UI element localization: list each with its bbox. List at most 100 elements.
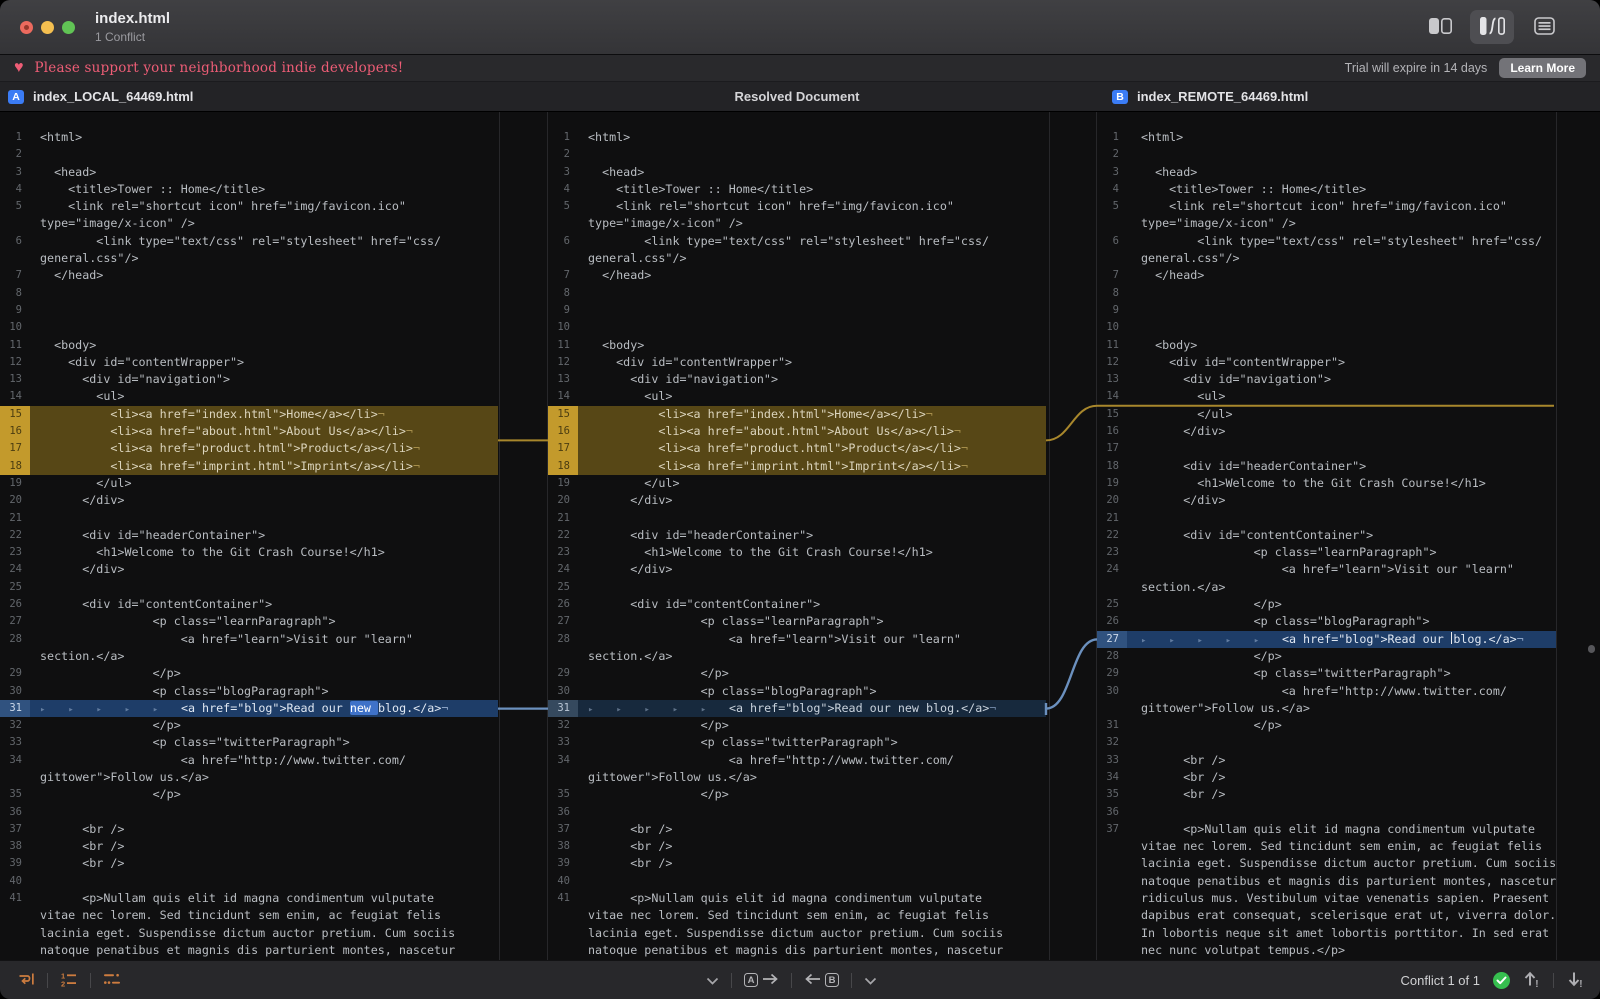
code-row[interactable]: 3 <head> xyxy=(1097,164,1556,181)
code-row[interactable]: 37 <br /> xyxy=(548,821,1046,838)
code-row[interactable]: 30 <a href="http://www.twitter.com/ xyxy=(1097,683,1556,700)
code-row[interactable]: 23 <p class="learnParagraph"> xyxy=(1097,544,1556,561)
code-row[interactable]: 9 xyxy=(548,302,1046,319)
code-row[interactable]: 24 </div> xyxy=(0,561,498,578)
code-row[interactable]: 16 <li><a href="about.html">About Us</a>… xyxy=(548,423,1046,440)
code-row[interactable]: 17 xyxy=(1097,440,1556,457)
zoom-button[interactable] xyxy=(62,21,75,34)
code-row[interactable]: 1<html> xyxy=(548,129,1046,146)
code-row[interactable]: 41 <p>Nullam quis elit id magna condimen… xyxy=(0,890,498,907)
code-row[interactable]: 2 xyxy=(0,146,498,163)
take-a-button[interactable]: A xyxy=(744,973,779,988)
code-row[interactable]: 12 <div id="contentWrapper"> xyxy=(0,354,498,371)
code-row[interactable]: 8 xyxy=(0,285,498,302)
code-row[interactable]: 12 <div id="contentWrapper"> xyxy=(548,354,1046,371)
code-row[interactable]: 18 <div id="headerContainer"> xyxy=(1097,458,1556,475)
code-row[interactable]: 35 </p> xyxy=(548,786,1046,803)
code-row[interactable]: 28 <a href="learn">Visit our "learn" xyxy=(548,631,1046,648)
code-row[interactable]: 31▸▸▸▸▸<a href="blog">Read our new blog.… xyxy=(0,700,498,717)
previous-conflict-button[interactable]: ! xyxy=(1523,970,1540,991)
code-row[interactable]: lacinia eget. Suspendisse dictum auctor … xyxy=(1097,855,1556,872)
code-row[interactable]: 28 </p> xyxy=(1097,648,1556,665)
code-row[interactable]: 34 <a href="http://www.twitter.com/ xyxy=(0,752,498,769)
code-row[interactable]: 11 <body> xyxy=(548,337,1046,354)
code-row[interactable]: 3 <head> xyxy=(0,164,498,181)
code-row[interactable]: 6 <link type="text/css" rel="stylesheet"… xyxy=(548,233,1046,250)
minimize-button[interactable] xyxy=(41,21,54,34)
code-row[interactable]: 6 <link type="text/css" rel="stylesheet"… xyxy=(1097,233,1556,250)
code-row[interactable]: 38 <br /> xyxy=(0,838,498,855)
code-row[interactable]: 23 <h1>Welcome to the Git Crash Course!<… xyxy=(0,544,498,561)
merge-view-button[interactable] xyxy=(1470,10,1514,44)
close-button[interactable] xyxy=(20,21,33,34)
code-row[interactable]: type="image/x-icon" /> xyxy=(1097,215,1556,232)
code-row[interactable]: 19 <h1>Welcome to the Git Crash Course!<… xyxy=(1097,475,1556,492)
code-row[interactable]: 20 </div> xyxy=(548,492,1046,509)
code-row[interactable]: general.css"/> xyxy=(0,250,498,267)
code-row[interactable]: 8 xyxy=(548,285,1046,302)
code-row[interactable]: 7 </head> xyxy=(1097,267,1556,284)
code-row[interactable]: 24 </div> xyxy=(548,561,1046,578)
code-row[interactable]: section.</a> xyxy=(1097,579,1556,596)
code-row[interactable]: 31▸▸▸▸▸<a href="blog">Read our new blog.… xyxy=(548,700,1046,717)
code-row[interactable]: type="image/x-icon" /> xyxy=(0,215,498,232)
code-row[interactable]: 22 <div id="headerContainer"> xyxy=(548,527,1046,544)
code-row[interactable]: 21 xyxy=(548,510,1046,527)
code-row[interactable]: 25 </p> xyxy=(1097,596,1556,613)
code-row[interactable]: 4 <title>Tower :: Home</title> xyxy=(0,181,498,198)
code-row[interactable]: 29 </p> xyxy=(548,665,1046,682)
code-row[interactable]: general.css"/> xyxy=(1097,250,1556,267)
code-row[interactable]: 13 <div id="navigation"> xyxy=(0,371,498,388)
code-row[interactable]: 19 </ul> xyxy=(548,475,1046,492)
code-row[interactable]: 14 <ul> xyxy=(548,388,1046,405)
code-row[interactable]: general.css"/> xyxy=(548,250,1046,267)
list-view-button[interactable] xyxy=(1522,10,1566,44)
code-row[interactable]: 9 xyxy=(0,302,498,319)
line-numbers-toggle[interactable]: 1 2 xyxy=(60,971,78,990)
code-row[interactable]: 22 <div id="headerContainer"> xyxy=(0,527,498,544)
code-row[interactable]: 15 <li><a href="index.html">Home</a></li… xyxy=(548,406,1046,423)
code-row[interactable]: 41 <p>Nullam quis elit id magna condimen… xyxy=(548,890,1046,907)
code-row[interactable]: 10 xyxy=(548,319,1046,336)
next-conflict-button[interactable]: ! xyxy=(1567,970,1584,991)
code-row[interactable]: 11 <body> xyxy=(1097,337,1556,354)
code-row[interactable]: 34 <br /> xyxy=(1097,769,1556,786)
invisible-characters-toggle[interactable] xyxy=(103,971,121,990)
code-row[interactable]: natoque penatibus et magnis dis parturie… xyxy=(548,942,1046,959)
code-row[interactable]: 7 </head> xyxy=(548,267,1046,284)
code-row[interactable]: 31 </p> xyxy=(1097,717,1556,734)
code-row[interactable]: 30 <p class="blogParagraph"> xyxy=(0,683,498,700)
code-row[interactable]: 27 <p class="learnParagraph"> xyxy=(548,613,1046,630)
code-row[interactable]: 17 <li><a href="product.html">Product</a… xyxy=(0,440,498,457)
learn-more-button[interactable]: Learn More xyxy=(1499,58,1586,78)
code-row[interactable]: 2 xyxy=(548,146,1046,163)
code-row[interactable]: 7 </head> xyxy=(0,267,498,284)
code-row[interactable]: type="image/x-icon" /> xyxy=(548,215,1046,232)
code-row[interactable]: 10 xyxy=(1097,319,1556,336)
code-row[interactable]: 33 <p class="twitterParagraph"> xyxy=(548,734,1046,751)
scrollbar-thumb[interactable] xyxy=(1588,645,1595,653)
code-row[interactable]: 30 <p class="blogParagraph"> xyxy=(548,683,1046,700)
code-row[interactable]: 39 <br /> xyxy=(548,855,1046,872)
code-row[interactable]: 10 xyxy=(0,319,498,336)
code-row[interactable]: 40 xyxy=(0,873,498,890)
left-pick-menu-button[interactable] xyxy=(706,973,719,988)
code-row[interactable]: In lobortis neque sit amet lobortis port… xyxy=(1097,925,1556,942)
remote-code-pane[interactable]: 1<html>23 <head>4 <title>Tower :: Home</… xyxy=(1097,112,1556,960)
code-row[interactable]: vitae nec lorem. Sed tincidunt sem enim,… xyxy=(548,907,1046,924)
code-row[interactable]: natoque penatibus et magnis dis parturie… xyxy=(1097,873,1556,890)
code-row[interactable]: 33 <p class="twitterParagraph"> xyxy=(0,734,498,751)
code-row[interactable]: 20 </div> xyxy=(1097,492,1556,509)
code-row[interactable]: 16 <li><a href="about.html">About Us</a>… xyxy=(0,423,498,440)
code-row[interactable]: 19 </ul> xyxy=(0,475,498,492)
code-row[interactable]: 9 xyxy=(1097,302,1556,319)
code-row[interactable]: 14 <ul> xyxy=(1097,388,1556,405)
resolved-code-pane[interactable]: 1<html>23 <head>4 <title>Tower :: Home</… xyxy=(548,112,1046,960)
code-row[interactable]: 4 <title>Tower :: Home</title> xyxy=(548,181,1046,198)
code-row[interactable]: 40 xyxy=(548,873,1046,890)
code-row[interactable]: 12 <div id="contentWrapper"> xyxy=(1097,354,1556,371)
code-row[interactable]: 13 <div id="navigation"> xyxy=(548,371,1046,388)
code-row[interactable]: 36 xyxy=(0,804,498,821)
code-row[interactable]: gittower">Follow us.</a> xyxy=(1097,700,1556,717)
code-row[interactable]: lacinia eget. Suspendisse dictum auctor … xyxy=(0,925,498,942)
